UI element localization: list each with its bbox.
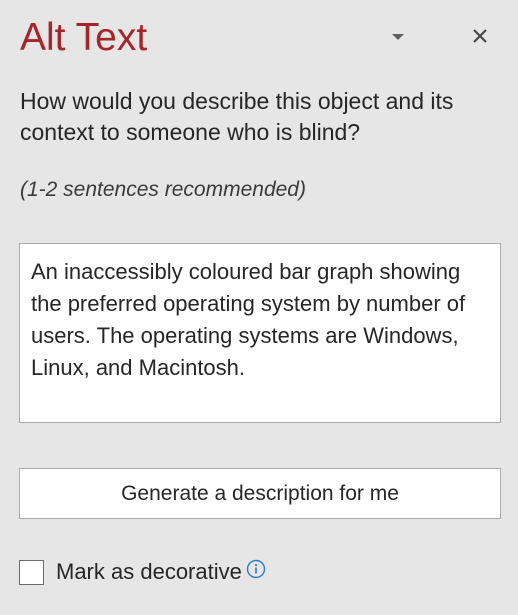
alt-text-description-field[interactable]: An inaccessibly coloured bar graph showi… (19, 243, 501, 423)
mark-decorative-row: Mark as decorative (19, 557, 266, 587)
pane-title: Alt Text (20, 16, 148, 59)
generate-description-button[interactable]: Generate a description for me (19, 468, 501, 519)
prompt-question: How would you describe this object and i… (20, 88, 454, 145)
alt-text-pane: Alt Text How would you describe this obj… (0, 0, 518, 615)
mark-decorative-checkbox[interactable] (19, 559, 44, 585)
generate-description-label: Generate a description for me (121, 481, 399, 505)
pane-options-button[interactable] (384, 24, 412, 50)
length-recommendation: (1-2 sentences recommended) (20, 178, 306, 201)
close-icon (473, 29, 487, 43)
chevron-down-icon (392, 34, 404, 40)
info-icon[interactable] (246, 559, 266, 579)
mark-decorative-label[interactable]: Mark as decorative (56, 559, 242, 585)
close-button[interactable] (466, 22, 494, 50)
